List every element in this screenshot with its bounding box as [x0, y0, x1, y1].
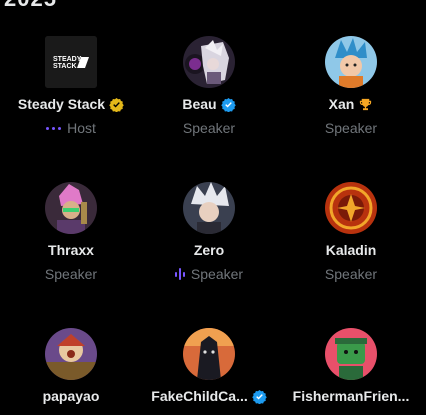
avatar[interactable]	[325, 36, 377, 88]
participant-beau[interactable]: Beau Speaker	[138, 36, 280, 136]
avatar[interactable]	[45, 328, 97, 380]
participant-name: papayao	[42, 388, 100, 404]
character-avatar	[325, 328, 377, 380]
participant-name: FakeChildCa...	[151, 388, 248, 404]
participant-role: Speaker	[324, 266, 378, 282]
participant-zero[interactable]: Zero Speaker	[138, 182, 280, 282]
participant-role: Speaker	[190, 266, 244, 282]
participant-papayao[interactable]: papayao	[0, 328, 142, 404]
avatar[interactable]	[45, 182, 97, 234]
participant-role: Speaker	[324, 120, 378, 136]
participant-thraxx[interactable]: Thraxx Speaker	[0, 182, 142, 282]
avatar[interactable]	[183, 182, 235, 234]
steady-stack-logo: STEADY STACK	[45, 36, 97, 88]
participant-role: Speaker	[44, 266, 98, 282]
participant-name: Xan	[328, 96, 355, 112]
participant-name: Beau	[182, 96, 217, 112]
speaking-bars-icon	[174, 268, 185, 280]
participant-name: FishermanFrien...	[292, 388, 410, 404]
anime-character-avatar	[45, 182, 97, 234]
participant-kaladin[interactable]: Kaladin Speaker	[280, 182, 422, 282]
character-avatar	[45, 328, 97, 380]
participant-name: Kaladin	[325, 242, 377, 258]
verified-blue-icon	[251, 389, 267, 404]
section-title: 2025	[4, 0, 57, 12]
avatar[interactable]: STEADY STACK	[45, 36, 97, 88]
anime-character-avatar	[325, 36, 377, 88]
participant-role: Speaker	[182, 120, 236, 136]
participant-fishermanfrien[interactable]: FishermanFrien...	[280, 328, 422, 404]
participant-fakechildca[interactable]: FakeChildCa...	[138, 328, 280, 404]
participant-name: Steady Stack	[17, 96, 106, 112]
avatar[interactable]	[183, 36, 235, 88]
verified-gold-icon	[109, 97, 124, 112]
participant-xan[interactable]: Xan Speaker	[280, 36, 422, 136]
participant-steady-stack[interactable]: STEADY STACK Steady Stack Host	[0, 36, 142, 136]
trophy-icon	[358, 97, 373, 112]
participant-name: Zero	[193, 242, 225, 258]
character-avatar	[183, 328, 235, 380]
svg-text:STACK: STACK	[53, 63, 77, 70]
participant-name: Thraxx	[48, 242, 94, 258]
avatar[interactable]	[183, 328, 235, 380]
anime-character-avatar	[183, 36, 235, 88]
svg-text:STEADY: STEADY	[53, 56, 82, 63]
anime-character-avatar	[183, 182, 235, 234]
avatar[interactable]	[325, 328, 377, 380]
emblem-avatar	[325, 182, 377, 234]
more-dots-icon	[46, 126, 62, 130]
avatar[interactable]	[325, 182, 377, 234]
participant-role: Host	[67, 120, 96, 136]
verified-blue-icon	[220, 97, 236, 112]
